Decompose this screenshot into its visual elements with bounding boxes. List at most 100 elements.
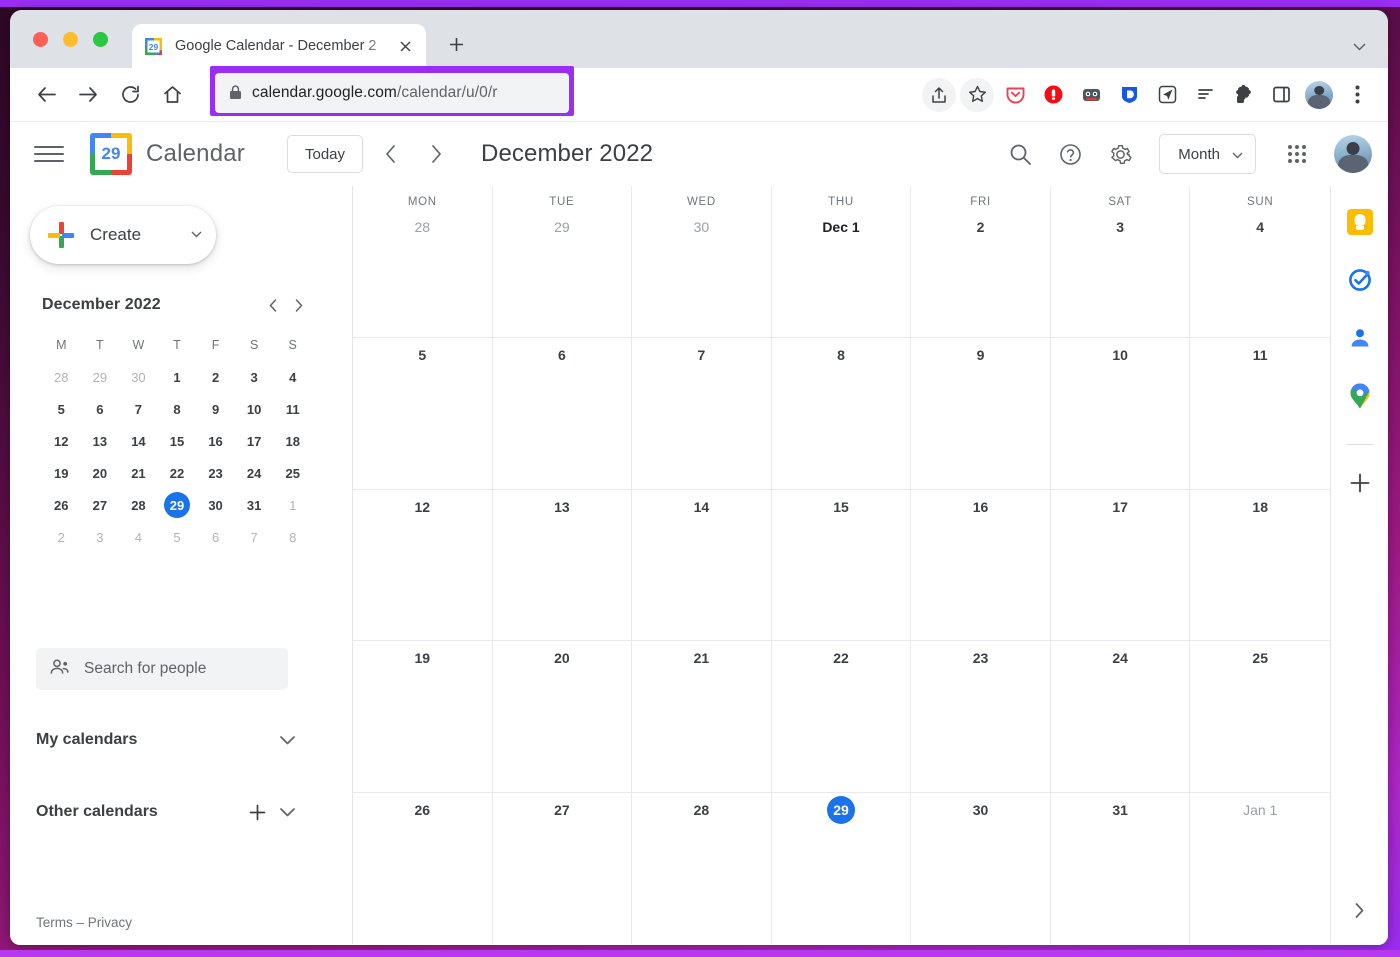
mini-calendar-day[interactable]: 27	[81, 492, 120, 518]
chrome-menu-icon[interactable]	[1340, 78, 1374, 112]
mini-calendar-day[interactable]: 1	[158, 364, 197, 390]
mini-calendar-day[interactable]: 29	[81, 364, 120, 390]
previous-period-button[interactable]	[371, 135, 409, 173]
month-day-number[interactable]: 10	[1112, 345, 1128, 365]
other-calendars-section[interactable]: Other calendars	[36, 790, 302, 834]
help-icon[interactable]	[1049, 133, 1091, 175]
month-day-cell[interactable]: 11	[1190, 338, 1330, 489]
month-day-number[interactable]: 24	[1112, 648, 1128, 668]
month-day-cell[interactable]: 28	[632, 793, 772, 944]
mini-calendar-day[interactable]: 12	[42, 428, 81, 454]
month-day-cell[interactable]: 24	[1051, 641, 1191, 793]
month-day-number[interactable]: 18	[1252, 497, 1268, 517]
month-day-cell[interactable]: 14	[632, 489, 772, 641]
month-day-cell[interactable]: 16	[911, 489, 1051, 641]
month-day-number[interactable]: 4	[1256, 217, 1264, 237]
month-day-cell[interactable]: THU Dec 1	[772, 186, 912, 337]
month-day-number[interactable]: 16	[973, 497, 989, 517]
mini-calendar-day[interactable]: 5	[42, 396, 81, 422]
new-tab-button[interactable]	[442, 30, 470, 58]
add-other-calendar-button[interactable]	[242, 797, 272, 827]
close-tab-icon[interactable]	[394, 35, 416, 57]
tasks-icon[interactable]	[1342, 262, 1378, 298]
mini-calendar-day[interactable]: 10	[235, 396, 274, 422]
browser-tab[interactable]: 29 Google Calendar - December 2	[132, 24, 426, 68]
mini-calendar-day[interactable]: 7	[119, 396, 158, 422]
month-day-cell[interactable]: 29	[772, 793, 912, 944]
month-day-number[interactable]: 30	[694, 217, 710, 237]
maximize-window-button[interactable]	[93, 32, 108, 47]
mini-calendar-day[interactable]: 4	[273, 364, 312, 390]
month-day-number[interactable]: 31	[1112, 800, 1128, 820]
mini-calendar-day[interactable]: 13	[81, 428, 120, 454]
paperplane-extension-icon[interactable]	[1150, 78, 1184, 112]
mini-calendar-day[interactable]: 1	[273, 492, 312, 518]
month-day-number[interactable]: 12	[414, 497, 430, 517]
mini-calendar-day[interactable]: 24	[235, 460, 274, 486]
maps-icon[interactable]	[1342, 378, 1378, 414]
mini-calendar-day[interactable]: 31	[235, 492, 274, 518]
mini-calendar-day[interactable]: 7	[235, 524, 274, 550]
bookmark-star-icon[interactable]	[960, 77, 994, 112]
mini-calendar-day[interactable]: 3	[81, 524, 120, 550]
my-calendars-chevron-down-icon[interactable]	[272, 725, 302, 755]
terms-privacy-link[interactable]: Terms – Privacy	[36, 915, 132, 930]
month-day-number[interactable]: Jan 1	[1243, 800, 1277, 820]
month-day-number[interactable]: 7	[698, 345, 706, 365]
mini-calendar-day[interactable]: 21	[119, 460, 158, 486]
other-calendars-chevron-down-icon[interactable]	[272, 797, 302, 827]
share-icon[interactable]	[922, 77, 956, 112]
mini-calendar-day[interactable]: 19	[42, 460, 81, 486]
month-day-number[interactable]: 3	[1116, 217, 1124, 237]
month-day-cell[interactable]: 12	[353, 489, 493, 641]
month-day-number[interactable]: 17	[1112, 497, 1128, 517]
month-day-cell[interactable]: 21	[632, 641, 772, 793]
expand-side-panel-button[interactable]	[1344, 894, 1376, 926]
month-day-number[interactable]: 30	[973, 800, 989, 820]
pocket-extension-icon[interactable]	[998, 78, 1032, 112]
month-day-cell[interactable]: 20	[493, 641, 633, 793]
main-menu-icon[interactable]	[34, 139, 64, 169]
month-day-cell[interactable]: 10	[1051, 337, 1191, 489]
month-day-number[interactable]: 25	[1252, 648, 1268, 668]
mini-calendar-day[interactable]: 20	[81, 460, 120, 486]
mini-calendar-day[interactable]: 3	[235, 364, 274, 390]
month-day-cell[interactable]: 9	[911, 337, 1051, 489]
puzzle-extensions-icon[interactable]	[1226, 78, 1260, 112]
mini-calendar-day[interactable]: 8	[273, 524, 312, 550]
mini-calendar-day[interactable]: 28	[119, 492, 158, 518]
month-day-number[interactable]: 6	[558, 345, 566, 365]
month-day-number[interactable]: 23	[973, 648, 989, 668]
mini-calendar-day[interactable]: 28	[42, 364, 81, 390]
mini-calendar-day[interactable]: 9	[196, 396, 235, 422]
month-day-cell[interactable]: Jan 1	[1190, 793, 1330, 944]
contacts-icon[interactable]	[1342, 320, 1378, 356]
month-day-cell[interactable]: 7	[632, 337, 772, 489]
month-day-number[interactable]: 29	[554, 217, 570, 237]
close-window-button[interactable]	[33, 32, 48, 47]
month-day-cell[interactable]: 15	[772, 489, 912, 641]
month-day-number[interactable]: 5	[418, 345, 426, 365]
month-day-cell[interactable]: 27	[493, 793, 633, 944]
mini-calendar-day[interactable]: 6	[81, 396, 120, 422]
mini-calendar-day[interactable]: 23	[196, 460, 235, 486]
mini-calendar-next-button[interactable]	[286, 292, 312, 318]
profile-avatar[interactable]	[1302, 78, 1336, 112]
mini-calendar-selected-day[interactable]: 29	[163, 492, 190, 518]
month-day-number[interactable]: 15	[833, 497, 849, 517]
keep-icon[interactable]	[1342, 204, 1378, 240]
add-side-panel-app-button[interactable]	[1342, 465, 1378, 501]
month-day-cell[interactable]: SUN 4	[1190, 186, 1330, 337]
mini-calendar-day[interactable]: 18	[273, 428, 312, 454]
month-day-cell[interactable]: 22	[772, 641, 912, 793]
avatar-extension-icon[interactable]	[1074, 78, 1108, 112]
month-day-cell[interactable]: 31	[1051, 793, 1191, 944]
month-day-cell[interactable]: 30	[911, 793, 1051, 944]
mini-calendar-day[interactable]: 6	[196, 524, 235, 550]
mini-calendar-day[interactable]: 5	[158, 524, 197, 550]
month-day-number[interactable]: 27	[554, 800, 570, 820]
account-avatar[interactable]	[1334, 135, 1372, 173]
mini-calendar-day[interactable]: 2	[196, 364, 235, 390]
mini-calendar-day[interactable]: 11	[273, 396, 312, 422]
month-day-number[interactable]: 2	[977, 217, 985, 237]
